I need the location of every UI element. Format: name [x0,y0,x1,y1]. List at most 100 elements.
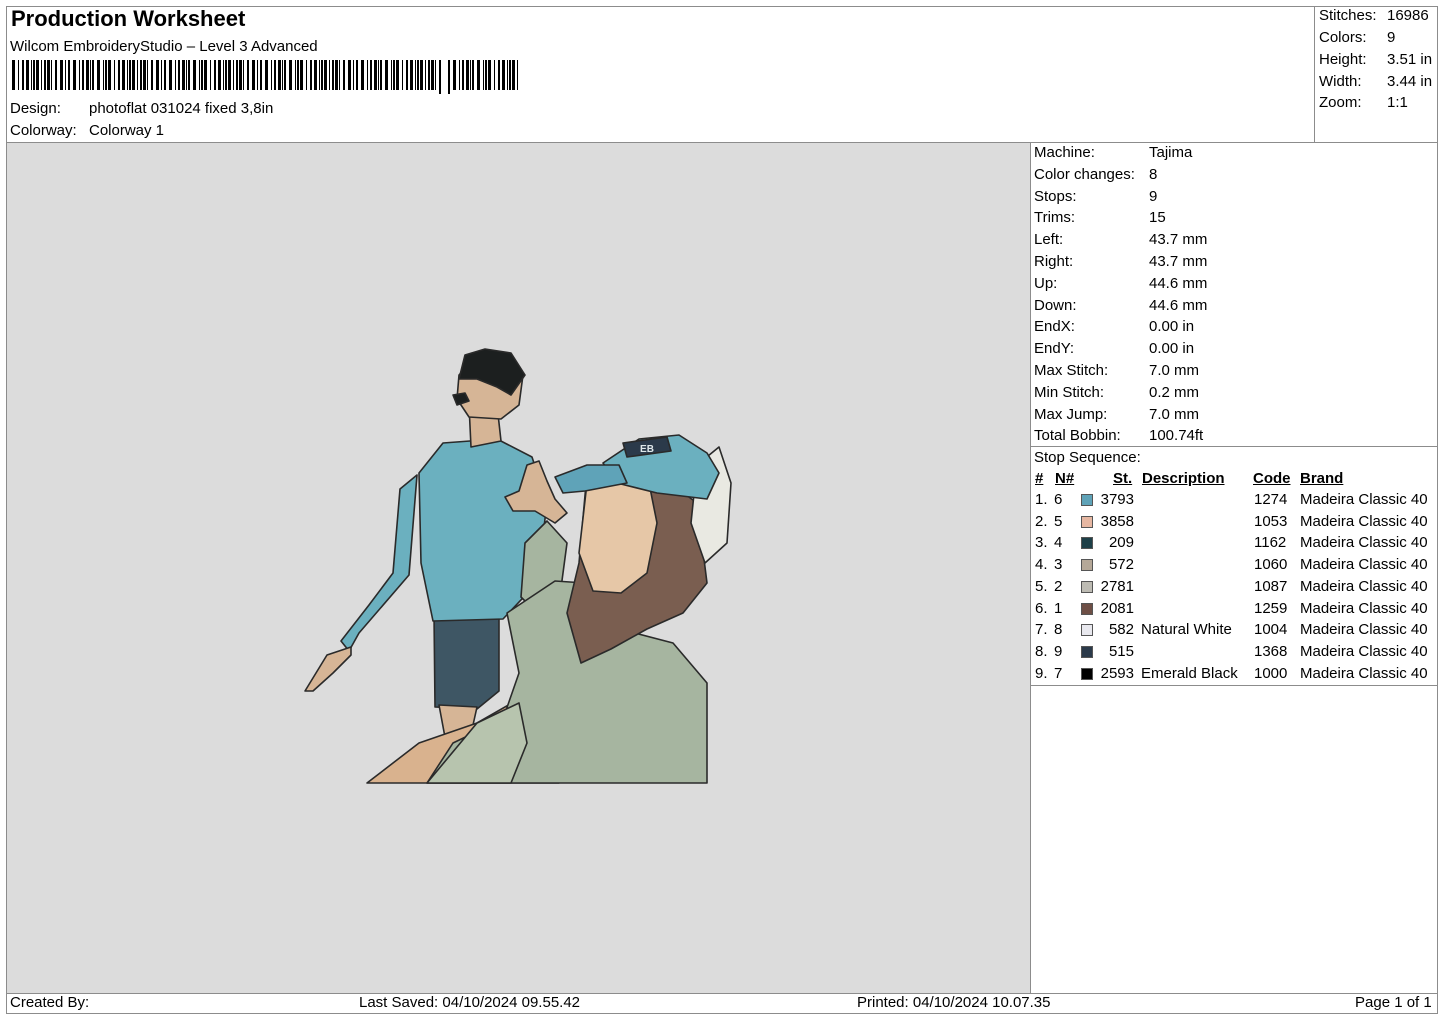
row-stitches: 2781 [1100,577,1134,595]
printed-date: Printed: 04/10/2024 10.07.35 [857,994,1051,1011]
row-code: 1004 [1254,621,1288,639]
spec-value: 100.74ft [1149,427,1204,445]
row-code: 1060 [1254,556,1288,574]
footer-divider [6,993,1438,994]
color-swatch [1081,602,1093,615]
color-swatch [1081,559,1093,572]
spec-label: Trims: [1034,209,1076,227]
spec-label: Down: [1034,296,1077,314]
man-left-sleeve [340,474,418,652]
row-index: 6. [1035,599,1048,617]
last-saved: Last Saved: 04/10/2024 09.55.42 [359,994,581,1011]
row-index: 8. [1035,642,1048,660]
width-value: 3.44 in [1387,73,1433,90]
row-needle: 6 [1054,491,1063,508]
spec-value: 0.2 mm [1149,383,1200,401]
spec-value: Tajima [1149,144,1193,161]
zoom-label: Zoom: [1319,94,1362,111]
stitches-label: Stitches: [1319,7,1377,24]
row-code: 1259 [1254,599,1288,617]
colors-value: 9 [1387,29,1396,46]
row-index: 9. [1035,664,1048,682]
col-header-stitches: St. [1113,470,1133,487]
embroidery-artwork: EB [304,348,732,784]
spec-value: 9 [1149,187,1158,205]
side-panel-divider [1030,142,1031,993]
row-needle: 1 [1054,599,1063,617]
row-stitches: 3793 [1100,491,1134,508]
table-row: 6. 1 2081 1259 Madeira Classic 40 [1033,600,1437,621]
spec-value: 43.7 mm [1149,253,1208,270]
spec-label: Max Jump: [1034,405,1108,423]
row-index: 7. [1035,621,1048,639]
row-needle: 8 [1054,621,1063,639]
table-row: 7. 8 582 Natural White 1004 Madeira Classic 4… [1033,621,1437,642]
color-swatch [1081,624,1093,637]
design-preview: EB [7,143,1030,993]
col-header-brand: Brand [1300,470,1344,487]
row-code: 1162 [1254,534,1287,552]
spec-label: Right: [1034,253,1074,270]
row-brand: Madeira Classic 40 [1300,664,1428,682]
row-brand: Madeira Classic 40 [1300,491,1428,508]
spec-value: 44.6 mm [1149,274,1208,292]
row-needle: 7 [1054,664,1063,682]
zoom-value: 1:1 [1387,94,1408,111]
row-code: 1087 [1254,577,1288,595]
spec-value: 7.0 mm [1149,362,1200,379]
table-row: 5. 2 2781 1087 Madeira Classic 40 [1033,578,1437,599]
spec-label: EndX: [1034,318,1075,336]
man-shorts [433,612,500,710]
row-brand: Madeira Classic 40 [1300,534,1428,552]
row-needle: 5 [1054,512,1063,530]
row-stitches: 2593 [1100,664,1134,682]
row-needle: 3 [1054,556,1063,574]
design-label: Design: [10,100,61,117]
row-brand: Madeira Classic 40 [1300,577,1428,595]
row-needle: 9 [1054,642,1063,660]
spec-value: 8 [1149,165,1158,183]
colorway-label: Colorway: [10,122,77,139]
man-hand [304,646,352,692]
spec-label: Up: [1034,274,1058,292]
summary-divider [1314,6,1315,143]
table-row: 9. 7 2593 Emerald Black 1000 Madeira Classic … [1033,665,1437,686]
stitches-value: 16986 [1387,7,1429,24]
colorway-value: Colorway 1 [89,122,165,139]
spec-label: Stops: [1034,187,1077,205]
row-index: 1. [1035,491,1048,508]
row-stitches: 572 [1108,556,1134,574]
col-header-description: Description [1142,470,1225,487]
color-swatch [1081,515,1093,528]
specs-divider [1030,446,1438,447]
spec-value: 0.00 in [1149,318,1195,336]
row-code: 1368 [1254,642,1288,660]
page-title: Production Worksheet [11,6,246,31]
row-brand: Madeira Classic 40 [1300,621,1428,639]
row-stitches: 582 [1108,621,1134,639]
color-swatch [1081,537,1093,550]
row-needle: 4 [1054,534,1063,552]
height-value: 3.51 in [1387,51,1433,68]
woman-face [578,472,658,594]
color-swatch [1081,667,1093,680]
spec-label: Left: [1034,231,1064,249]
table-row: 8. 9 515 1368 Madeira Classic 40 [1033,643,1437,664]
table-row: 1. 6 3793 1274 Madeira Classic 40 [1033,491,1437,512]
row-brand: Madeira Classic 40 [1300,556,1428,574]
row-stitches: 515 [1108,642,1134,660]
height-label: Height: [1319,51,1367,68]
color-swatch [1081,580,1093,593]
spec-label: Color changes: [1034,165,1135,183]
row-code: 1053 [1254,512,1288,530]
row-index: 4. [1035,556,1048,574]
spec-label: Min Stitch: [1034,383,1105,401]
row-index: 3. [1035,534,1048,552]
row-code: 1274 [1254,491,1288,508]
spec-label: Max Stitch: [1034,362,1109,379]
design-value: photoflat 031024 fixed 3,8in [89,100,274,117]
row-brand: Madeira Classic 40 [1300,599,1428,617]
row-description: Natural White [1141,621,1232,639]
software-name: Wilcom EmbroideryStudio – Level 3 Advanc… [10,38,318,55]
spec-value: 43.7 mm [1149,231,1208,249]
